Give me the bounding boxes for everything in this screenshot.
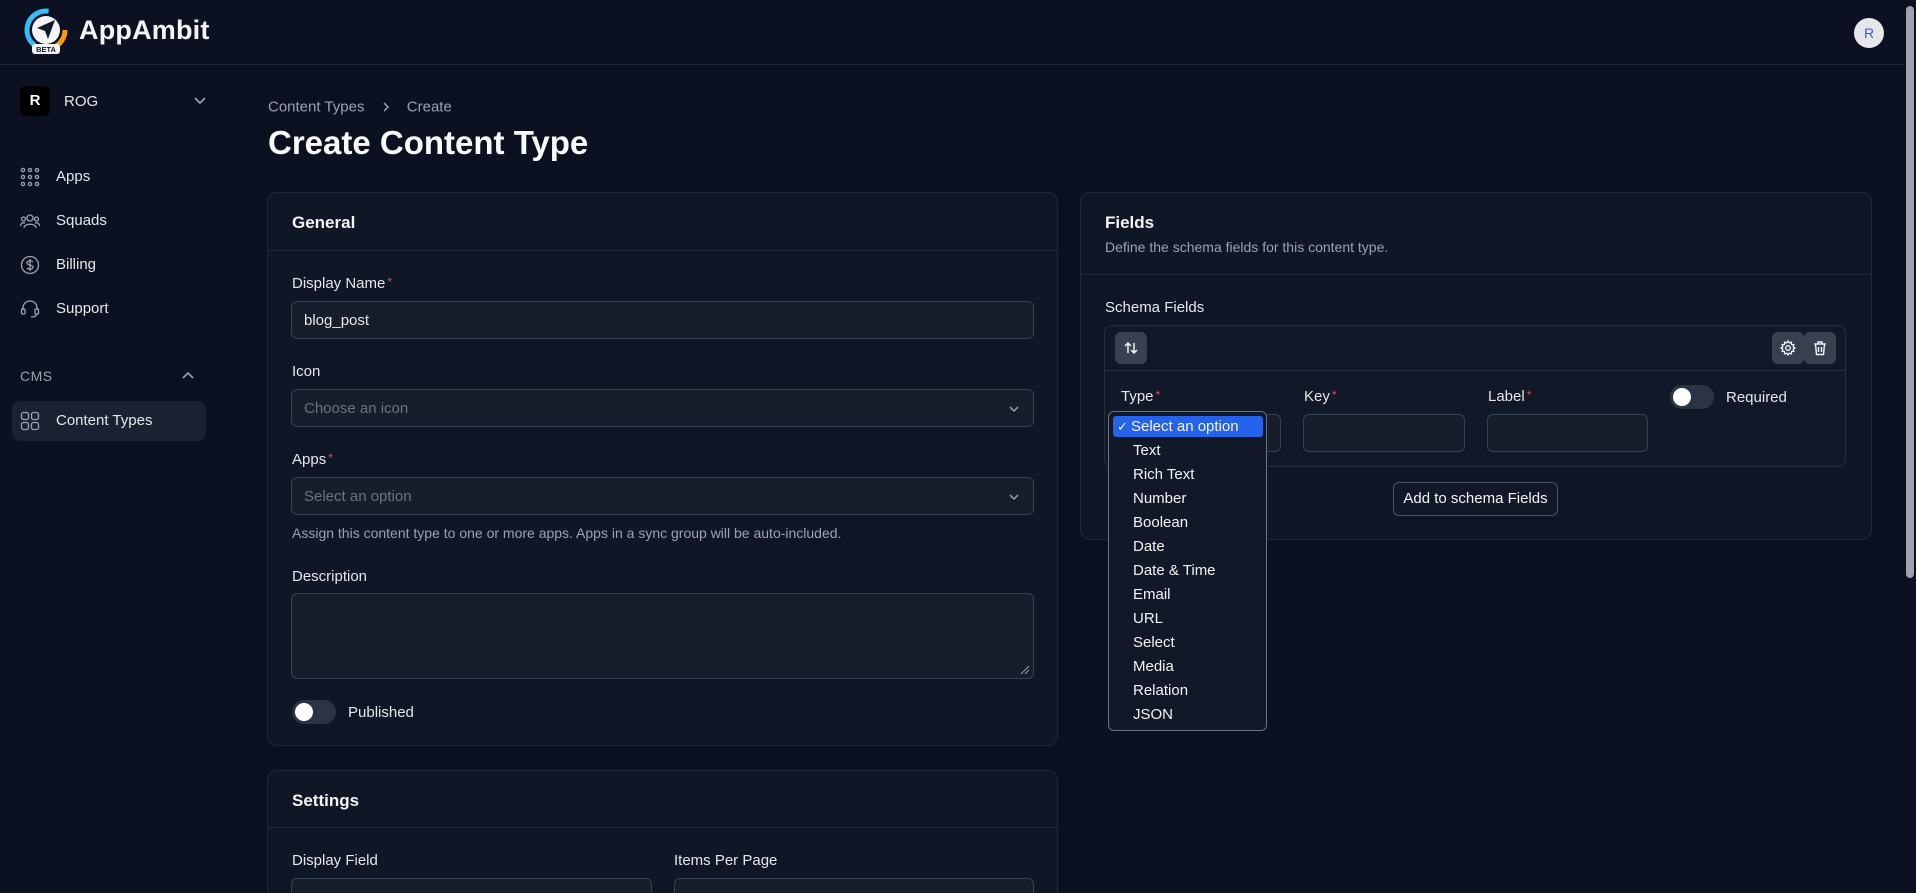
type-dropdown-menu: ✓ Select an option Text Rich Text Number … (1108, 411, 1267, 731)
divider (268, 250, 1057, 251)
type-option-json[interactable]: JSON (1133, 706, 1173, 723)
appambit-logo[interactable]: BETA (22, 8, 70, 56)
squares-icon (20, 411, 40, 431)
key-label: Key * (1304, 388, 1337, 405)
divider (1081, 274, 1871, 275)
toggle-knob (1673, 388, 1691, 406)
type-option-boolean[interactable]: Boolean (1133, 514, 1188, 531)
field-settings-button[interactable] (1772, 332, 1804, 364)
team-badge: R (20, 86, 50, 116)
type-option-date-time[interactable]: Date & Time (1133, 562, 1216, 579)
page-title: Create Content Type (268, 124, 589, 161)
type-option-url[interactable]: URL (1133, 610, 1163, 627)
label-input[interactable] (1487, 414, 1648, 452)
sidebar-item-support[interactable]: Support (12, 289, 206, 329)
type-option-text[interactable]: Text (1133, 442, 1161, 459)
breadcrumb-current: Create (406, 98, 452, 116)
sidebar-item-squads[interactable]: Squads (12, 201, 206, 241)
settings-card-title: Settings (292, 791, 360, 810)
reorder-button[interactable] (1115, 332, 1147, 364)
icon-select[interactable]: Choose an icon (291, 389, 1034, 427)
display-field-label: Display Field (292, 852, 378, 869)
gear-icon (1780, 340, 1796, 356)
type-option-select-an-option[interactable]: ✓ Select an option (1113, 416, 1263, 437)
sidebar-item-label: Apps (56, 168, 91, 185)
top-bar: BETA AppAmbit R (0, 0, 1904, 65)
apps-helper-text: Assign this content type to one or more … (292, 525, 842, 541)
display-name-input[interactable]: blog_post (291, 301, 1034, 339)
beta-badge: BETA (36, 45, 56, 54)
display-field-select[interactable] (291, 878, 652, 893)
sidebar-section-cms[interactable]: CMS (20, 368, 53, 384)
divider (1105, 370, 1845, 371)
type-option-relation[interactable]: Relation (1133, 682, 1188, 699)
users-icon (20, 214, 40, 229)
sidebar-item-content-types[interactable]: Content Types (12, 401, 206, 441)
apps-select-placeholder: Select an option (304, 488, 412, 505)
type-option-number[interactable]: Number (1133, 490, 1186, 507)
type-option-date[interactable]: Date (1133, 538, 1165, 555)
chevron-right-icon (383, 102, 389, 112)
published-toggle[interactable] (292, 700, 336, 724)
description-textarea[interactable] (291, 593, 1034, 679)
icon-label: Icon (292, 363, 321, 380)
breadcrumb-link-content-types[interactable]: Content Types (268, 99, 364, 116)
toggle-knob (295, 703, 313, 721)
type-label: Type * (1121, 388, 1161, 405)
required-toggle[interactable] (1670, 385, 1714, 409)
add-to-schema-button[interactable]: Add to schema Fields (1393, 482, 1558, 516)
chevron-down-icon (1009, 494, 1019, 501)
resize-grip-icon[interactable] (1020, 665, 1030, 675)
user-avatar[interactable]: R (1854, 18, 1884, 48)
check-icon: ✓ (1117, 419, 1128, 434)
items-per-page-label: Items Per Page (674, 852, 778, 869)
grid-dots-icon (20, 167, 40, 187)
sidebar-item-label: Content Types (56, 412, 153, 429)
published-label: Published (348, 704, 414, 721)
fields-card-title: Fields (1105, 213, 1155, 232)
required-label: Required (1726, 389, 1787, 406)
apps-label: Apps * (292, 451, 333, 468)
sidebar-item-apps[interactable]: Apps (12, 157, 206, 197)
sidebar-item-label: Support (56, 300, 109, 317)
breadcrumb: Content Types Create (268, 98, 452, 116)
team-switcher[interactable]: R ROG (20, 86, 212, 116)
app-name: AppAmbit (79, 15, 210, 45)
team-name: ROG (64, 93, 99, 110)
trash-icon (1814, 341, 1826, 356)
general-card-title: General (292, 213, 356, 232)
items-per-page-input[interactable] (674, 878, 1034, 893)
arrows-up-down-icon (1124, 341, 1138, 355)
key-input[interactable] (1303, 414, 1465, 452)
description-label: Description (292, 568, 368, 585)
headset-icon (20, 300, 40, 318)
schema-fields-label: Schema Fields (1105, 299, 1205, 316)
sidebar-item-label: Squads (56, 212, 107, 229)
divider (268, 827, 1057, 828)
icon-select-placeholder: Choose an icon (304, 400, 409, 417)
type-option-media[interactable]: Media (1133, 658, 1174, 675)
dollar-circle-icon (20, 255, 40, 275)
page-scrollbar-thumb[interactable] (1906, 6, 1914, 578)
type-option-rich-text[interactable]: Rich Text (1133, 466, 1194, 483)
chevron-down-icon (1009, 406, 1019, 413)
delete-field-button[interactable] (1804, 332, 1836, 364)
chevron-up-icon[interactable] (180, 368, 196, 384)
settings-card: Settings (267, 770, 1058, 893)
type-option-select[interactable]: Select (1133, 634, 1175, 651)
chevron-down-icon (194, 97, 206, 105)
display-name-label: Display Name * (292, 275, 393, 292)
apps-select[interactable]: Select an option (291, 477, 1034, 515)
sidebar-item-billing[interactable]: Billing (12, 245, 206, 285)
type-option-email[interactable]: Email (1133, 586, 1171, 603)
fields-card-subtitle: Define the schema fields for this conten… (1105, 239, 1389, 255)
label-label: Label * (1488, 388, 1532, 405)
sidebar-item-label: Billing (56, 256, 97, 273)
